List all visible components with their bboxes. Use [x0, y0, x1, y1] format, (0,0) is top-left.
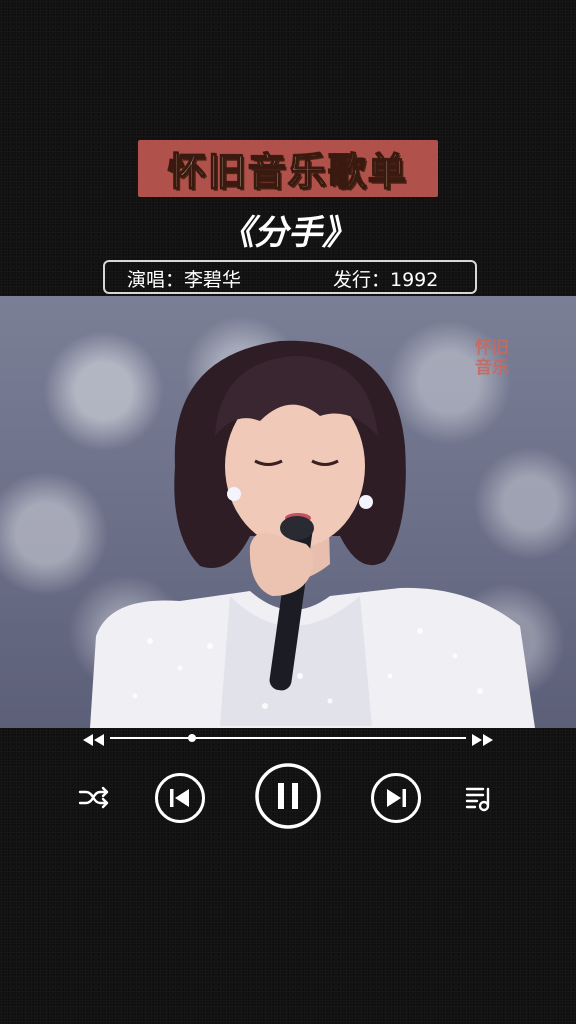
- song-info-box: 演唱：李碧华 发行：1992: [103, 260, 477, 294]
- pause-icon: [255, 763, 321, 829]
- release-year-label: 发行：1992: [333, 269, 439, 291]
- previous-icon: [155, 773, 205, 823]
- playlist-icon[interactable]: [462, 782, 496, 816]
- previous-button[interactable]: [154, 772, 206, 824]
- progress-bar[interactable]: [110, 734, 466, 742]
- rewind-icon[interactable]: [82, 730, 106, 750]
- pause-button[interactable]: [254, 762, 322, 830]
- progress-knob[interactable]: [187, 734, 196, 742]
- song-title: 《分手》: [220, 213, 356, 253]
- banner-title: 怀旧音乐歌单: [167, 149, 408, 195]
- next-button[interactable]: [370, 772, 422, 824]
- playlist-banner: 怀旧音乐歌单: [138, 140, 438, 197]
- singer-label: 演唱：李碧华: [127, 269, 242, 291]
- fast-forward-icon[interactable]: [470, 730, 494, 750]
- shuffle-icon[interactable]: [76, 783, 112, 813]
- next-icon: [371, 773, 421, 823]
- player-controls: [0, 728, 576, 838]
- watermark: 怀旧 音乐: [475, 338, 509, 378]
- video-frame[interactable]: 怀旧 音乐: [0, 296, 576, 728]
